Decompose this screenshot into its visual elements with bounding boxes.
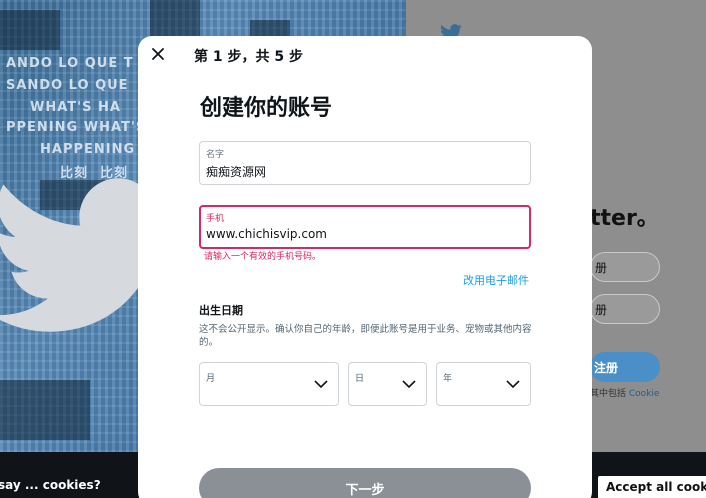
day-label: 日 xyxy=(355,374,365,384)
phone-field-value[interactable]: www.chichisvip.com xyxy=(206,227,327,241)
background-text: ANDO LO QUE T xyxy=(6,56,134,71)
cookie-question: say ... cookies? xyxy=(0,478,101,492)
month-label: 月 xyxy=(206,374,216,384)
background-signup-button: 册 xyxy=(590,252,660,282)
year-label: 年 xyxy=(443,374,453,384)
chevron-down-icon xyxy=(314,380,328,389)
phone-error-message: 请输入一个有效的手机号码。 xyxy=(204,252,322,262)
chevron-down-icon xyxy=(402,380,416,389)
chevron-down-icon xyxy=(506,380,520,389)
signup-modal: 第 1 步，共 5 步 创建你的账号 名字 痴痴资源网 手机 www.chich… xyxy=(138,36,592,498)
background-signup-primary-button: 注册 xyxy=(590,352,660,382)
page-title: 创建你的账号 xyxy=(200,96,333,121)
background-heading: tter。 xyxy=(590,206,659,231)
month-select[interactable]: 月 xyxy=(199,362,339,406)
use-email-link[interactable]: 改用电子邮件 xyxy=(463,272,529,288)
next-button[interactable]: 下一步 xyxy=(199,468,531,498)
background-text: SANDO LO QUE xyxy=(6,78,129,93)
phone-field-label: 手机 xyxy=(206,214,225,224)
day-select[interactable]: 日 xyxy=(348,362,427,406)
name-field-label: 名字 xyxy=(206,150,225,160)
step-indicator: 第 1 步，共 5 步 xyxy=(194,49,303,65)
accept-cookies-button[interactable]: Accept all cookies xyxy=(598,476,706,498)
background-signup-button: 册 xyxy=(590,294,660,324)
dob-note: 这不会公开显示。确认你自己的年龄，即便此账号是用于业务、宠物或其他内容的。 xyxy=(199,324,532,348)
year-select[interactable]: 年 xyxy=(436,362,531,406)
name-field-value[interactable]: 痴痴资源网 xyxy=(206,163,266,180)
phone-field[interactable]: 手机 www.chichisvip.com xyxy=(199,205,531,249)
background-text: WHAT'S HA xyxy=(30,100,121,115)
close-icon[interactable] xyxy=(150,46,166,62)
dob-title: 出生日期 xyxy=(199,304,243,317)
background-fine-print: 其中包括 Cookie xyxy=(590,389,660,399)
name-field[interactable]: 名字 痴痴资源网 xyxy=(199,141,531,185)
